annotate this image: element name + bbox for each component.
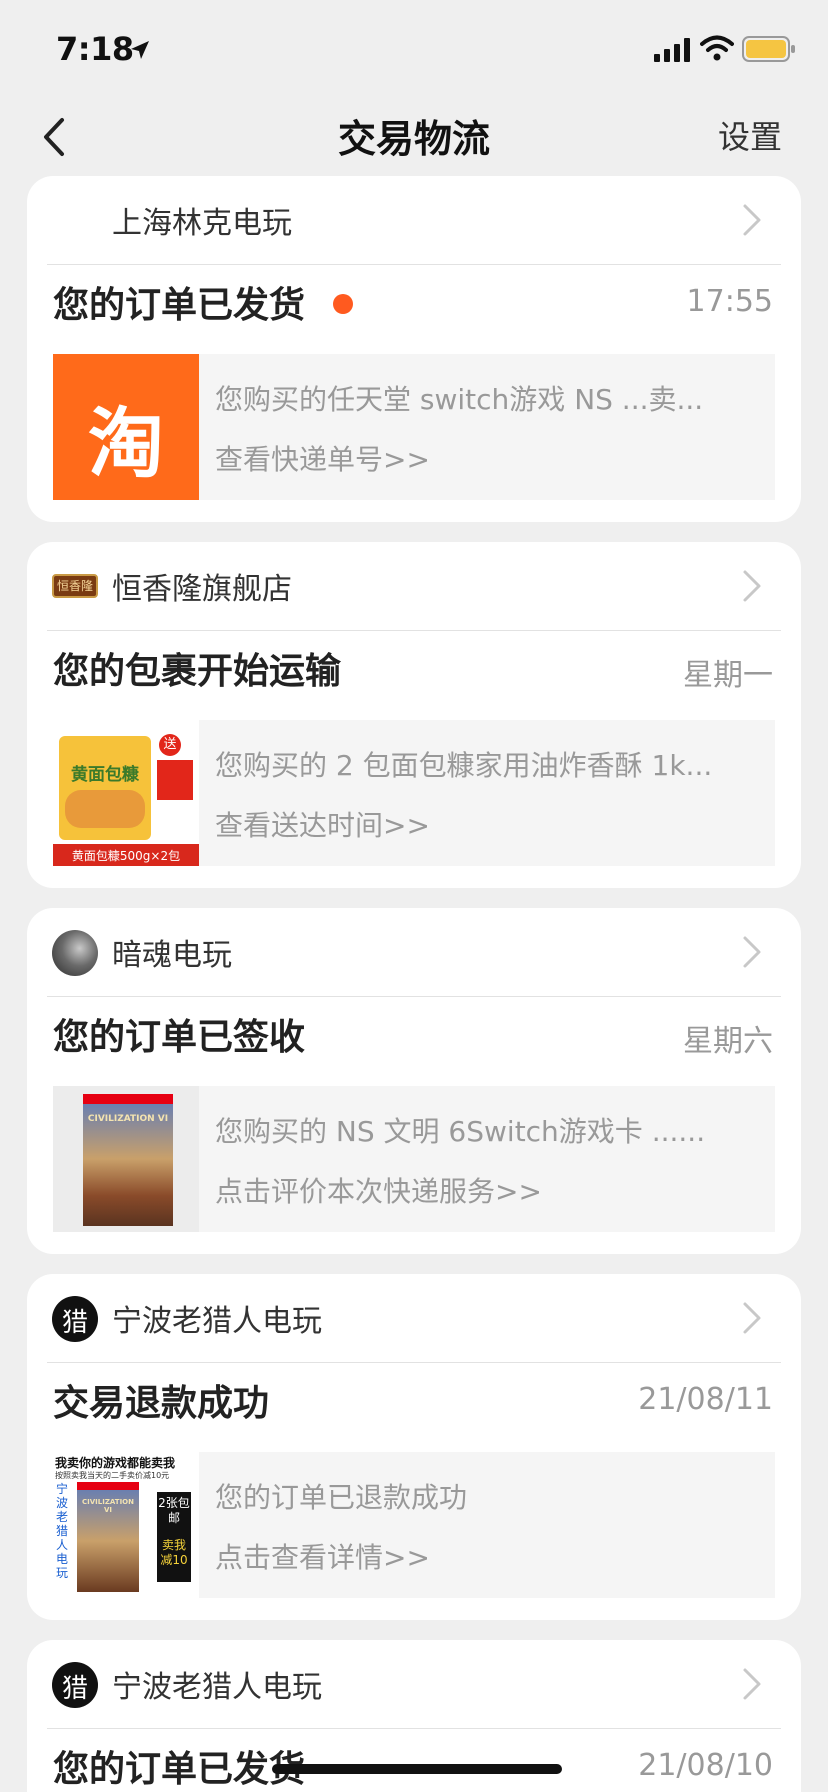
logistics-card[interactable]: 猎 宁波老猎人电玩 交易退款成功 21/08/11 我卖你的游戏都能卖我 按照卖… [27,1274,801,1620]
card-title: 您的订单已签收 [53,1017,306,1058]
hunter-logo-icon: 猎 [52,1662,98,1708]
location-arrow-icon [131,41,149,59]
divider [47,1362,781,1363]
wifi-icon [700,35,734,61]
ad-subline: 按照卖我当天的二手卖价减10元 [55,1471,170,1480]
ad-side-text: 宁波老猎人电玩 [56,1482,69,1580]
card-time: 17:55 [686,284,773,319]
user-photo-avatar [52,930,98,976]
hunter-logo-text: 猎 [61,1308,88,1338]
ad-headline: 我卖你的游戏都能卖我 [55,1456,176,1470]
hunter-logo-text: 猎 [61,1674,88,1704]
chevron-right-icon [743,570,761,602]
back-chevron-icon[interactable] [34,112,74,162]
card-title: 您的订单已发货 [53,1749,306,1790]
order-description: 您购买的 2 包面包糠家用油炸香酥 1k... [215,749,713,782]
shop-name: 宁波老猎人电玩 [112,1304,322,1339]
unread-dot [333,294,353,314]
card-title: 您的包裹开始运输 [53,651,342,692]
shop-name: 宁波老猎人电玩 [112,1670,322,1705]
game-box-cover: CIVILIZATION VI [83,1094,173,1226]
chevron-right-icon [743,1668,761,1700]
shop-header[interactable]: 上海林克电玩 [27,176,801,262]
logistics-card[interactable]: 暗魂电玩 您的订单已签收 星期六 CIVILIZATION VI 您购买的 NS… [27,908,801,1254]
shop-header[interactable]: 暗魂电玩 [27,908,801,994]
order-detail[interactable]: CIVILIZATION VI 您购买的 NS 文明 6Switch游戏卡 ..… [53,1086,775,1232]
card-title: 您的订单已发货 [53,285,306,326]
gift-pack-shape [157,760,193,800]
tracking-link[interactable]: 查看快递单号>> [215,438,430,478]
ad-badge-top: 2张包邮 [158,1496,190,1525]
game-ad-product-image: 我卖你的游戏都能卖我 按照卖我当天的二手卖价减10元 宁波老猎人电玩 CIVIL… [53,1452,199,1598]
shop-name: 暗魂电玩 [112,938,232,973]
gift-badge: 送 [159,734,181,756]
brand-logo-icon: 恒香隆 [52,574,98,598]
product-caption: 黄面包糠500g×2包 [71,849,181,863]
bread-crumbs-product-image: 黄面包糠 送 黄面包糠500g×2包 [53,720,199,866]
settings-button[interactable]: 设置 [718,112,782,158]
divider [47,264,781,265]
hunter-logo-icon: 猎 [52,1296,98,1342]
home-indicator[interactable] [272,1764,562,1774]
order-detail[interactable]: 淘 您购买的任天堂 switch游戏 NS ...卖... 查看快递单号>> [53,354,775,500]
game-box-product-image: CIVILIZATION VI [53,1086,199,1232]
caption-bar: 黄面包糠500g×2包 [53,844,199,866]
chevron-right-icon [743,1302,761,1334]
order-detail[interactable]: 黄面包糠 送 黄面包糠500g×2包 您购买的 2 包面包糠家用油炸香酥 1k.… [53,720,775,866]
card-time: 21/08/10 [638,1748,773,1783]
card-title: 交易退款成功 [53,1383,270,1424]
shop-name: 上海林克电玩 [112,206,292,241]
ad-badge-bottom: 卖我减10 [160,1538,188,1567]
logistics-card[interactable]: 上海林克电玩 您的订单已发货 17:55 淘 您购买的任天堂 switch游戏 … [27,176,801,522]
game-box-title: CIVILIZATION VI [87,1114,169,1124]
order-description: 您购买的任天堂 switch游戏 NS ...卖... [215,383,704,416]
status-bar: 7:18 [0,0,828,100]
shop-header[interactable]: 恒香隆 恒香隆旗舰店 [27,542,801,628]
shop-header[interactable]: 猎 宁波老猎人电玩 [27,1640,801,1726]
view-details-link[interactable]: 点击查看详情>> [215,1536,430,1576]
card-time: 星期一 [683,658,773,693]
card-time: 星期六 [683,1024,773,1059]
ad-badge-panel: 2张包邮 卖我减10 [157,1492,191,1582]
brand-logo-text: 恒香隆 [56,579,93,593]
order-description: 您购买的 NS 文明 6Switch游戏卡 ...... [215,1115,706,1148]
status-time: 7:18 [56,30,134,68]
order-description: 您的订单已退款成功 [215,1481,468,1514]
battery-icon [742,36,795,62]
shop-header[interactable]: 猎 宁波老猎人电玩 [27,1274,801,1360]
logistics-card[interactable]: 恒香隆 恒香隆旗舰店 您的包裹开始运输 星期一 黄面包糠 送 黄面包糠500g×… [27,542,801,888]
order-detail[interactable]: 我卖你的游戏都能卖我 按照卖我当天的二手卖价减10元 宁波老猎人电玩 CIVIL… [53,1452,775,1598]
ad-game-cover: CIVILIZATION VI [77,1482,139,1592]
cellular-signal-icon [654,38,690,62]
rate-delivery-link[interactable]: 点击评价本次快递服务>> [215,1170,542,1210]
chevron-right-icon [743,936,761,968]
divider [47,996,781,997]
divider [47,630,781,631]
ad-game-title: CIVILIZATION VI [82,1498,134,1514]
chevron-right-icon [743,204,761,236]
nav-bar: 交易物流 设置 [0,100,828,180]
divider [47,1728,781,1729]
taobao-logo-icon: 淘 [53,354,199,500]
delivery-time-link[interactable]: 查看送达时间>> [215,804,430,844]
fried-food-shape [65,790,145,828]
shop-name: 恒香隆旗舰店 [112,572,292,607]
page-title: 交易物流 [337,117,490,161]
taobao-logo-text: 淘 [88,399,164,488]
product-label: 黄面包糠 [71,765,139,785]
card-time: 21/08/11 [638,1382,773,1417]
